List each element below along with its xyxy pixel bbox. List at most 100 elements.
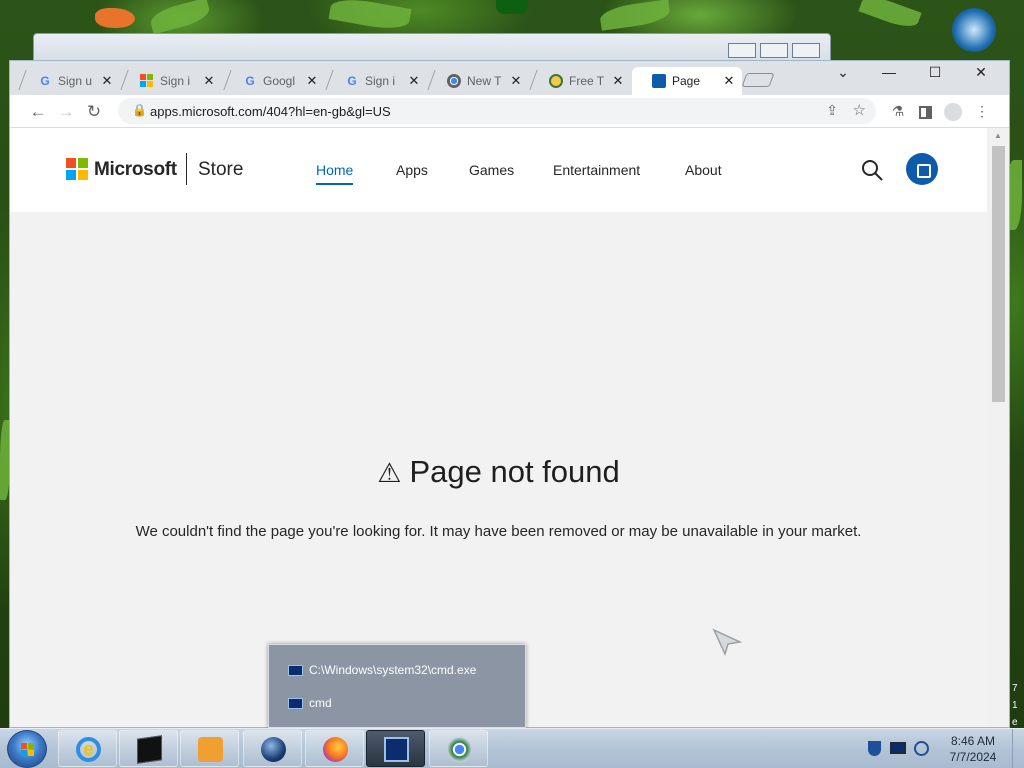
tab-close-icon[interactable]: ✕: [202, 73, 216, 89]
tab-close-icon[interactable]: ✕: [100, 73, 114, 89]
volume-icon[interactable]: [914, 741, 929, 756]
leaf-decoration: [328, 0, 412, 33]
popup-item-cmd-exe[interactable]: C:\Windows\system32\cmd.exe: [288, 660, 476, 680]
close-window-button[interactable]: ✕: [958, 61, 1004, 85]
maximize-button[interactable]: ☐: [912, 61, 958, 85]
tab-close-icon[interactable]: ✕: [509, 73, 523, 89]
nav-games[interactable]: Games: [469, 162, 514, 178]
taskbar-terminal[interactable]: [119, 730, 178, 767]
bookmark-star-icon[interactable]: ☆: [853, 101, 866, 119]
minimize-button[interactable]: —: [866, 61, 912, 85]
store-icon: [652, 74, 666, 88]
address-bar[interactable]: 🔒 apps.microsoft.com/404?hl=en-gb&gl=US …: [118, 98, 876, 124]
windows-flag-icon: [21, 743, 35, 757]
labs-flask-icon[interactable]: ⚗: [888, 101, 908, 121]
tab-close-icon[interactable]: ✕: [305, 73, 319, 89]
tab-title: Sign i: [365, 74, 396, 88]
taskbar-firefox[interactable]: [305, 730, 364, 767]
start-button[interactable]: [7, 730, 47, 768]
taskbar: e 8:46 AM 7/7/2024: [0, 728, 1024, 768]
tab-title: Page: [672, 74, 701, 88]
taskbar-internet-explorer[interactable]: e: [58, 730, 117, 767]
fish-icon: [95, 8, 135, 28]
clock-date: 7/7/2024: [949, 750, 997, 764]
brand-name[interactable]: Microsoft: [94, 159, 177, 181]
nav-entertainment[interactable]: Entertainment: [553, 162, 640, 178]
page-not-found-heading: ⚠ Page not found: [10, 454, 987, 490]
search-icon[interactable]: [860, 158, 884, 182]
taskbar-cmd[interactable]: [366, 730, 425, 767]
mouse-cursor-icon: [712, 628, 742, 656]
nav-home[interactable]: Home: [316, 162, 354, 185]
show-desktop-button[interactable]: [1012, 729, 1024, 768]
url-text[interactable]: apps.microsoft.com/404?hl=en-gb&gl=US: [150, 104, 391, 119]
share-icon[interactable]: ⇪: [826, 102, 838, 119]
firefox-icon: [323, 737, 348, 762]
tab-close-icon[interactable]: ✕: [611, 73, 625, 89]
edge-glyph: 7: [1012, 683, 1018, 694]
tab-new-tab[interactable]: New T ✕: [427, 67, 529, 95]
globe-icon: [261, 737, 286, 762]
taskbar-media-player[interactable]: [180, 730, 239, 767]
tab-separator: [529, 70, 538, 90]
scroll-thumb[interactable]: [992, 146, 1005, 402]
browser-window: G Sign u ✕ Sign i ✕ G Googl ✕ G Sign i ✕…: [9, 60, 1010, 728]
tab-search-chevron-icon[interactable]: ⌄: [820, 61, 866, 85]
brand-divider: [186, 153, 187, 185]
google-icon: G: [40, 74, 50, 88]
tab-page-active[interactable]: Page ✕: [632, 67, 742, 95]
tab-sign-up[interactable]: G Sign u ✕: [18, 67, 120, 95]
forward-arrow-icon[interactable]: →: [54, 100, 78, 124]
cmd-icon: [384, 737, 409, 762]
open-store-app-button[interactable]: [906, 153, 938, 185]
system-clock[interactable]: 8:46 AM 7/7/2024: [940, 733, 1006, 765]
back-arrow-icon[interactable]: ←: [26, 100, 50, 124]
internet-explorer-icon: e: [76, 737, 101, 762]
google-icon: G: [245, 74, 255, 88]
security-shield-icon[interactable]: [868, 741, 881, 756]
tab-separator: [223, 70, 232, 90]
tab-sign-in-microsoft[interactable]: Sign i ✕: [120, 67, 222, 95]
store-label[interactable]: Store: [198, 159, 243, 181]
google-icon: G: [347, 74, 357, 88]
network-monitor-icon[interactable]: [890, 742, 906, 754]
taskbar-network-globe[interactable]: [243, 730, 302, 767]
reload-icon[interactable]: ↻: [82, 100, 106, 124]
desktop-edge-text: 7 1 e: [1012, 680, 1024, 731]
bg-restore-button[interactable]: [760, 43, 788, 58]
error-message: We couldn't find the page you're looking…: [135, 523, 862, 540]
new-tab-button[interactable]: [741, 73, 775, 87]
tab-title: Sign i: [160, 74, 191, 88]
tab-close-icon[interactable]: ✕: [407, 73, 421, 89]
popup-item-cmd[interactable]: cmd: [288, 693, 332, 713]
error-title-text: Page not found: [409, 454, 620, 489]
bg-minimize-button[interactable]: [728, 43, 756, 58]
profile-avatar-icon[interactable]: [943, 101, 963, 122]
taskbar-chrome[interactable]: [429, 730, 488, 767]
tab-close-icon[interactable]: ✕: [722, 73, 736, 89]
leaf-decoration: [598, 0, 672, 31]
cmd-window-icon: [288, 697, 303, 709]
leaf-decoration: [858, 0, 922, 32]
nav-about[interactable]: About: [685, 162, 722, 178]
side-panel-icon[interactable]: [915, 101, 935, 121]
store-header: Microsoft Store Home Apps Games Entertai…: [10, 128, 987, 212]
desktop-app-icon[interactable]: [952, 8, 996, 52]
menu-kebab-icon[interactable]: ⋮: [972, 101, 992, 121]
terminal-icon: [137, 735, 162, 764]
edge-glyph: 1: [1012, 700, 1018, 711]
clock-time: 8:46 AM: [950, 734, 996, 748]
system-tray: [866, 739, 936, 759]
bg-close-button[interactable]: [792, 43, 820, 58]
nav-apps[interactable]: Apps: [396, 162, 428, 178]
tab-google[interactable]: G Googl ✕: [223, 67, 325, 95]
microsoft-logo-icon[interactable]: [66, 158, 88, 180]
tab-free-tool[interactable]: Free T ✕: [529, 67, 631, 95]
scroll-up-arrow-icon[interactable]: ▲: [994, 131, 1002, 140]
tab-separator: [325, 70, 334, 90]
page-scrollbar[interactable]: ▲: [987, 128, 1009, 727]
tab-title: Googl: [263, 74, 296, 88]
popup-item-label: C:\Windows\system32\cmd.exe: [309, 663, 477, 677]
tab-sign-in-google[interactable]: G Sign i ✕: [325, 67, 427, 95]
warning-icon: ⚠: [377, 458, 402, 488]
